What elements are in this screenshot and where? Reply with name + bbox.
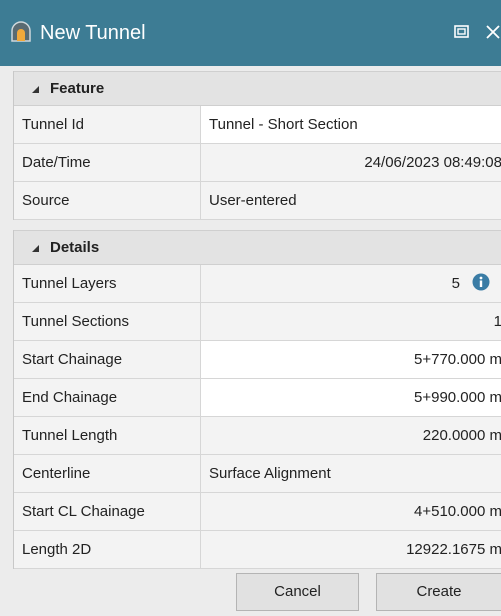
property-row-start-chainage[interactable]: Start Chainage 5+770.000 m <box>14 341 501 379</box>
collapse-arrow-icon[interactable] <box>30 84 40 94</box>
property-label: Tunnel Sections <box>14 303 201 340</box>
property-row-tunnel-length: Tunnel Length 220.0000 m <box>14 417 501 455</box>
window-title: New Tunnel <box>40 22 146 44</box>
property-row-end-chainage[interactable]: End Chainage 5+990.000 m <box>14 379 501 417</box>
end-chainage-field[interactable]: 5+990.000 m <box>201 379 501 416</box>
property-row-length-2d: Length 2D 12922.1675 m <box>14 531 501 569</box>
tunnel-layers-value: 5 <box>201 265 501 302</box>
tunnel-length-value: 220.0000 m <box>201 417 501 454</box>
create-button[interactable]: Create <box>376 573 501 611</box>
property-label: Date/Time <box>14 144 201 181</box>
property-label: Tunnel Layers <box>14 265 201 302</box>
start-cl-chainage-value: 4+510.000 m <box>201 493 501 530</box>
cancel-button[interactable]: Cancel <box>236 573 359 611</box>
centerline-value: Surface Alignment <box>201 455 501 492</box>
property-row-tunnel-sections: Tunnel Sections 1 <box>14 303 501 341</box>
tunnel-layers-count: 5 <box>451 275 460 292</box>
length-2d-value: 12922.1675 m <box>201 531 501 568</box>
date-time-value: 24/06/2023 08:49:08 <box>201 144 501 181</box>
section-header-feature[interactable]: Feature <box>14 71 501 106</box>
property-label: Tunnel Length <box>14 417 201 454</box>
section-header-details[interactable]: Details <box>14 230 501 265</box>
property-label: Start Chainage <box>14 341 201 378</box>
property-row-centerline: Centerline Surface Alignment <box>14 455 501 493</box>
property-label: Centerline <box>14 455 201 492</box>
section-gap <box>13 220 501 230</box>
property-row-source: Source User-entered <box>14 182 501 220</box>
section-title-feature: Feature <box>50 80 105 97</box>
property-label: Start CL Chainage <box>14 493 201 530</box>
tunnel-id-field[interactable]: Tunnel - Short Section <box>201 106 501 143</box>
property-label: End Chainage <box>14 379 201 416</box>
property-grid: Feature Tunnel Id Tunnel - Short Section… <box>13 71 501 569</box>
close-icon[interactable] <box>483 22 501 42</box>
restore-window-icon[interactable] <box>452 22 472 42</box>
title-bar: New Tunnel <box>0 0 501 66</box>
property-label: Source <box>14 182 201 219</box>
start-chainage-field[interactable]: 5+770.000 m <box>201 341 501 378</box>
tunnel-sections-value: 1 <box>201 303 501 340</box>
property-label: Tunnel Id <box>14 106 201 143</box>
tunnel-icon <box>11 21 31 42</box>
info-icon[interactable] <box>472 273 490 291</box>
property-row-tunnel-layers: Tunnel Layers 5 <box>14 265 501 303</box>
property-row-tunnel-id[interactable]: Tunnel Id Tunnel - Short Section <box>14 106 501 144</box>
property-row-start-cl-chainage: Start CL Chainage 4+510.000 m <box>14 493 501 531</box>
source-value: User-entered <box>201 182 501 219</box>
property-row-date-time: Date/Time 24/06/2023 08:49:08 <box>14 144 501 182</box>
property-label: Length 2D <box>14 531 201 568</box>
collapse-arrow-icon[interactable] <box>30 243 40 253</box>
section-title-details: Details <box>50 239 100 256</box>
